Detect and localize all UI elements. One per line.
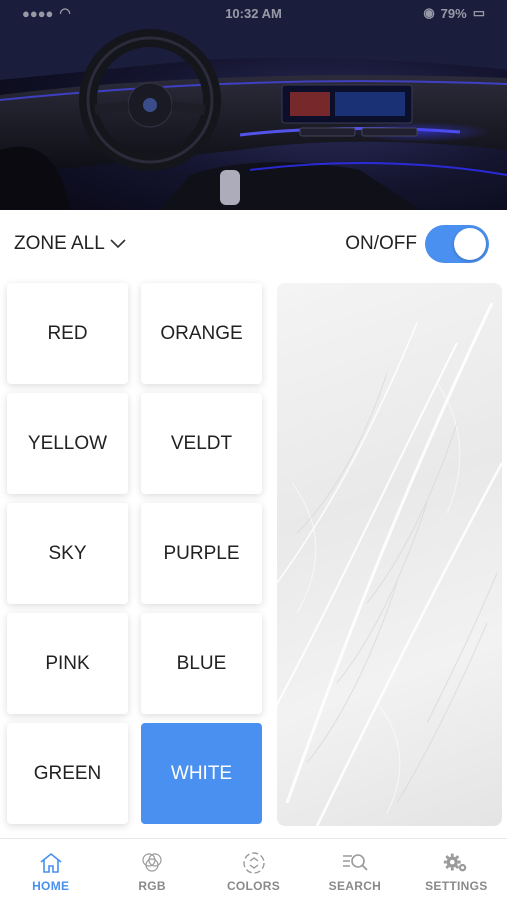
power-toggle[interactable]: [425, 225, 489, 263]
car-interior-image: [0, 0, 507, 210]
color-button-sky[interactable]: SKY: [7, 503, 128, 604]
home-icon: [37, 849, 65, 877]
color-button-white[interactable]: WHITE: [141, 723, 262, 824]
chevron-down-icon: [110, 239, 126, 249]
color-preview-panel: [277, 283, 502, 826]
toggle-knob: [454, 228, 486, 260]
color-label: BLUE: [176, 652, 227, 674]
color-button-blue[interactable]: BLUE: [141, 613, 262, 714]
rgb-icon: [138, 849, 166, 877]
tab-settings[interactable]: SETTINGS: [406, 839, 507, 900]
zone-dropdown[interactable]: ZONE ALL: [14, 233, 127, 255]
color-button-pink[interactable]: PINK: [7, 613, 128, 714]
color-label: GREEN: [33, 762, 102, 784]
color-label: PINK: [45, 652, 90, 674]
zone-label: ZONE ALL: [14, 233, 105, 254]
color-label: ORANGE: [160, 322, 243, 344]
status-time: 10:32 AM: [225, 6, 282, 21]
tab-rgb[interactable]: RGB: [101, 839, 202, 900]
feather-texture-image: [277, 302, 502, 826]
color-label: PURPLE: [163, 542, 240, 564]
tab-label: RGB: [138, 879, 166, 893]
color-button-veldt[interactable]: VELDT: [141, 393, 262, 494]
tab-home[interactable]: HOME: [0, 839, 101, 900]
color-button-green[interactable]: GREEN: [7, 723, 128, 824]
search-icon: [341, 849, 369, 877]
bottom-tab-bar: HOME RGB COLORS SEARCH SETTINGS: [0, 838, 507, 900]
gear-icon: [442, 849, 470, 877]
tab-label: SEARCH: [328, 879, 382, 893]
color-label: RED: [47, 322, 88, 344]
power-label: ON/OFF: [345, 233, 417, 254]
color-label: SKY: [48, 542, 87, 564]
tab-label: SETTINGS: [425, 879, 488, 893]
hero-banner: ●●●● ◠ 10:32 AM ◉ 79% ▭: [0, 0, 507, 210]
tab-colors[interactable]: COLORS: [203, 839, 304, 900]
tab-search[interactable]: SEARCH: [304, 839, 405, 900]
color-button-orange[interactable]: ORANGE: [141, 283, 262, 384]
zone-row: ZONE ALL ON/OFF: [0, 210, 507, 278]
tab-label: HOME: [32, 879, 70, 893]
color-label: VELDT: [170, 432, 233, 454]
color-button-red[interactable]: RED: [7, 283, 128, 384]
colors-icon: [240, 849, 268, 877]
color-label: WHITE: [170, 762, 233, 784]
color-button-purple[interactable]: PURPLE: [141, 503, 262, 604]
power-control: ON/OFF: [345, 225, 489, 263]
color-label: YELLOW: [27, 432, 108, 454]
tab-label: COLORS: [226, 879, 281, 893]
color-button-yellow[interactable]: YELLOW: [7, 393, 128, 494]
status-bar: ●●●● ◠ 10:32 AM ◉ 79% ▭: [0, 0, 507, 26]
